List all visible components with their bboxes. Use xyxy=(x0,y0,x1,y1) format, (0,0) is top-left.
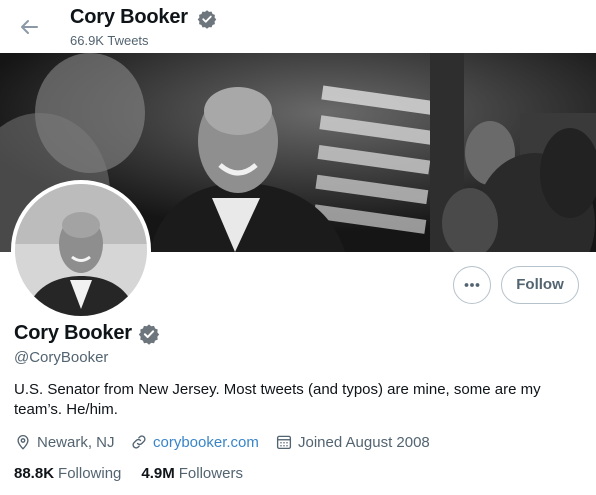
follow-stats: 88.8K Following 4.9M Followers xyxy=(14,465,263,482)
calendar-icon xyxy=(276,435,292,450)
link-icon xyxy=(132,435,146,449)
followers-label: Followers xyxy=(178,465,243,482)
following-stat[interactable]: 88.8K Following xyxy=(14,465,121,482)
avatar-photo xyxy=(15,184,147,316)
location-item: Newark, NJ xyxy=(14,432,115,452)
arrow-left-icon xyxy=(21,20,38,34)
joined-text: Joined August 2008 xyxy=(298,433,430,451)
location-pin-icon xyxy=(17,435,29,450)
header-name: Cory Booker xyxy=(70,6,188,28)
profile-name: Cory Booker xyxy=(14,322,132,344)
verified-badge-icon xyxy=(138,324,160,345)
profile-bio: U.S. Senator from New Jersey. Most tweet… xyxy=(14,381,541,418)
joined-item: Joined August 2008 xyxy=(275,432,430,452)
more-horizontal-icon xyxy=(464,283,480,287)
website-item[interactable]: corybooker.com xyxy=(130,432,259,452)
following-count: 88.8K xyxy=(14,465,55,482)
top-bar: Cory Booker 66.9K Tweets xyxy=(0,0,596,53)
profile-avatar[interactable] xyxy=(11,180,151,320)
following-label: Following xyxy=(58,465,122,482)
tweet-count: 66.9K Tweets xyxy=(70,33,149,48)
website-link[interactable]: corybooker.com xyxy=(153,434,259,451)
verified-badge-icon xyxy=(197,10,217,29)
profile-handle: @CoryBooker xyxy=(14,349,109,366)
follow-button[interactable]: Follow xyxy=(501,266,579,304)
location-text: Newark, NJ xyxy=(37,433,115,451)
more-options-button[interactable] xyxy=(453,266,491,304)
followers-count: 4.9M xyxy=(141,465,175,482)
followers-stat[interactable]: 4.9M Followers xyxy=(141,465,243,482)
back-button[interactable] xyxy=(14,12,44,42)
